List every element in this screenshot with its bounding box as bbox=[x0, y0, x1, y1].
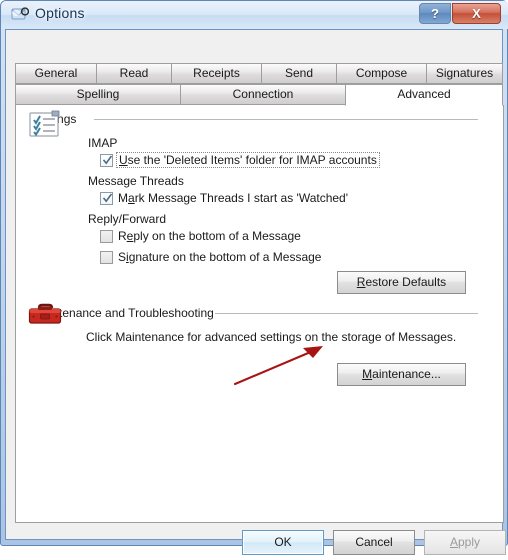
tab-connection[interactable]: Connection bbox=[180, 84, 346, 105]
dialog-button-bar: OK Cancel Apply bbox=[15, 530, 506, 560]
tab-compose[interactable]: Compose bbox=[336, 63, 427, 84]
tab-signatures[interactable]: Signatures bbox=[426, 63, 503, 84]
checkbox-box[interactable] bbox=[100, 154, 113, 167]
mail-options-icon bbox=[11, 6, 30, 23]
maintenance-group-rule bbox=[215, 313, 478, 314]
checkbox-label: Signature on the bottom of a Message bbox=[118, 250, 322, 264]
reply-forward-heading: Reply/Forward bbox=[88, 212, 167, 226]
advanced-tab-page: Settings IMAP Use the 'Deleted Items' fo… bbox=[15, 105, 504, 523]
tab-general[interactable]: General bbox=[15, 63, 97, 84]
checkbox-use-deleted-items-folder[interactable]: Use the 'Deleted Items' folder for IMAP … bbox=[100, 152, 380, 169]
close-button[interactable]: X bbox=[452, 3, 501, 24]
checkbox-signature-on-bottom[interactable]: Signature on the bottom of a Message bbox=[100, 250, 350, 266]
options-dialog-window: Options ? X General Read Receipts Send C… bbox=[0, 0, 508, 555]
checkbox-box[interactable] bbox=[100, 230, 113, 243]
toolbox-icon bbox=[27, 301, 63, 329]
checkbox-label: Reply on the bottom of a Message bbox=[118, 229, 301, 243]
checkbox-box[interactable] bbox=[100, 251, 113, 264]
maintenance-description: Click Maintenance for advanced settings … bbox=[86, 330, 457, 344]
checklist-icon bbox=[27, 109, 61, 141]
title-bar[interactable]: Options ? X bbox=[1, 1, 508, 29]
cancel-button[interactable]: Cancel bbox=[333, 530, 415, 555]
settings-group-rule bbox=[94, 119, 478, 120]
help-button[interactable]: ? bbox=[419, 3, 451, 24]
dialog-client-area: General Read Receipts Send Compose Signa… bbox=[5, 29, 506, 555]
tab-advanced[interactable]: Advanced bbox=[345, 84, 503, 106]
window-title: Options bbox=[35, 5, 85, 21]
restore-defaults-button[interactable]: Restore Defaults bbox=[337, 271, 466, 294]
message-threads-heading: Message Threads bbox=[88, 174, 184, 188]
checkbox-mark-threads-watched[interactable]: Mark Message Threads I start as 'Watched… bbox=[100, 191, 350, 207]
tab-send[interactable]: Send bbox=[261, 63, 337, 84]
tab-spelling[interactable]: Spelling bbox=[15, 84, 181, 105]
apply-button: Apply bbox=[424, 530, 506, 555]
tab-strip: General Read Receipts Send Compose Signa… bbox=[15, 63, 503, 107]
tab-receipts[interactable]: Receipts bbox=[171, 63, 262, 84]
imap-heading: IMAP bbox=[88, 136, 118, 150]
tab-read[interactable]: Read bbox=[96, 63, 172, 84]
maintenance-button[interactable]: Maintenance... bbox=[337, 363, 466, 386]
checkbox-reply-on-bottom[interactable]: Reply on the bottom of a Message bbox=[100, 229, 330, 245]
checkbox-box[interactable] bbox=[100, 192, 113, 205]
ok-button[interactable]: OK bbox=[242, 530, 324, 555]
checkbox-label: Mark Message Threads I start as 'Watched… bbox=[118, 191, 349, 205]
checkbox-label: Use the 'Deleted Items' folder for IMAP … bbox=[116, 152, 380, 168]
